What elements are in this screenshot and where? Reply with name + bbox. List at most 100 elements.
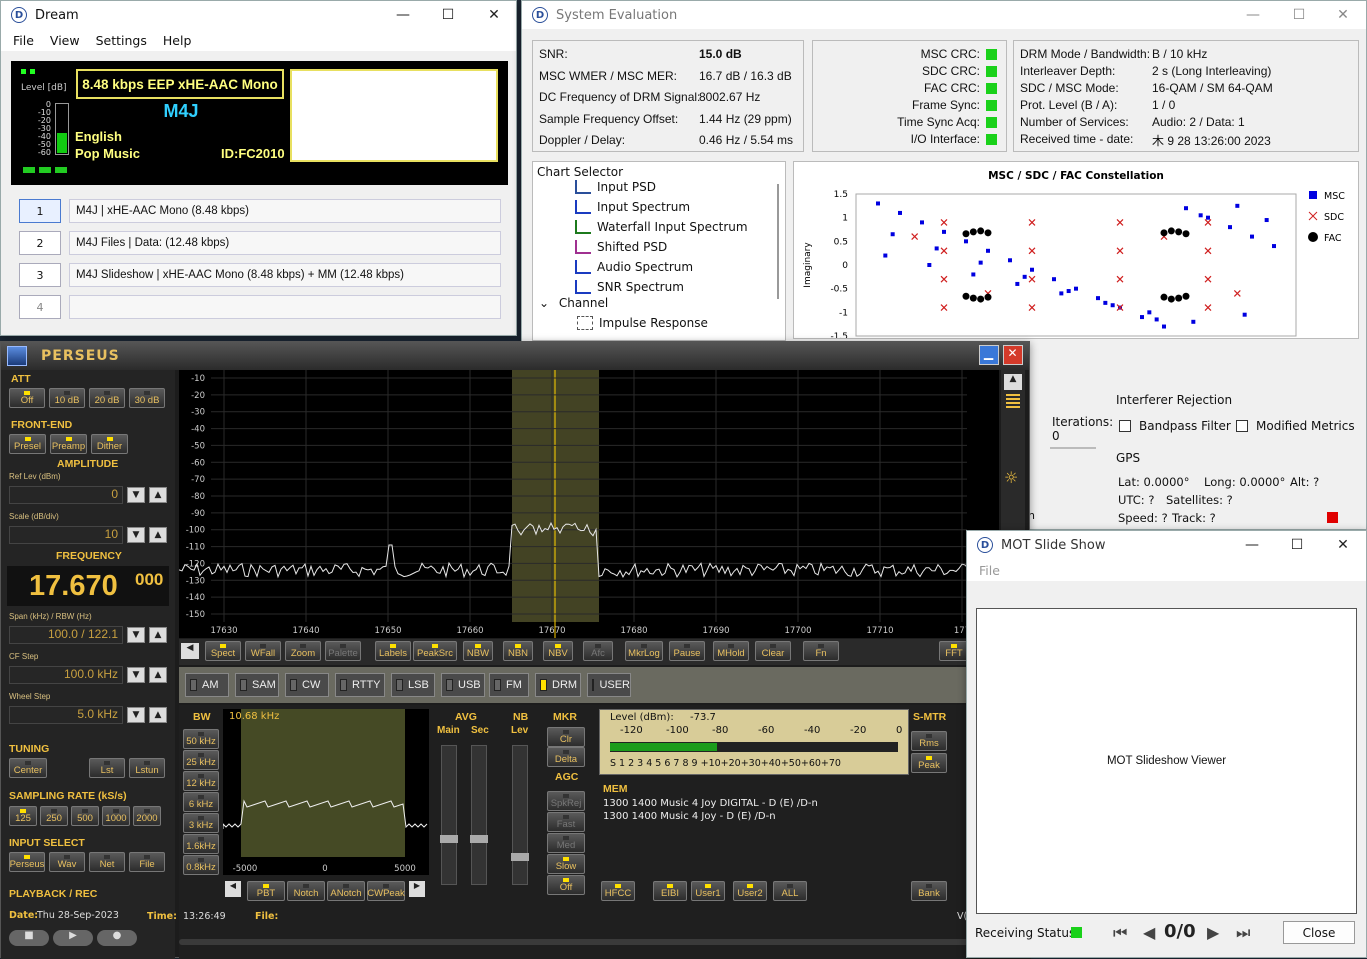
spectrum-toolbar-button[interactable]: NBV xyxy=(543,641,573,661)
agc-button[interactable]: Med xyxy=(547,833,585,853)
next-slide-icon[interactable]: ▶ xyxy=(1207,923,1219,942)
att-button[interactable]: 20 dB xyxy=(89,388,125,408)
spectrum-toolbar-button[interactable]: Pause xyxy=(669,641,705,661)
menu-file[interactable]: File xyxy=(971,563,1008,578)
checkbox-box[interactable] xyxy=(1119,420,1131,432)
increment-arrow-icon[interactable]: ▲ xyxy=(149,667,167,683)
memory-button[interactable]: ALL xyxy=(773,881,807,901)
tree-item[interactable]: Input PSD xyxy=(575,180,656,194)
spectrum-toolbar-button[interactable]: PeakSrc xyxy=(413,641,457,661)
menu-settings[interactable]: Settings xyxy=(88,33,155,48)
mode-button-lsb[interactable]: LSB xyxy=(391,673,435,697)
filter-button[interactable]: ANotch xyxy=(327,881,365,901)
menu-help[interactable]: Help xyxy=(155,33,200,48)
agc-button[interactable]: Off xyxy=(547,875,585,895)
input-select-button[interactable]: File xyxy=(129,852,165,872)
smtr-button[interactable]: Peak xyxy=(911,753,947,773)
close-button[interactable]: ✕ xyxy=(1003,345,1023,365)
scale-field[interactable]: 10 xyxy=(9,526,123,544)
maximize-button[interactable]: ☐ xyxy=(1276,1,1322,29)
spectrum-toolbar-button[interactable]: Spect xyxy=(205,641,241,661)
scroll-up-button[interactable]: ▲ xyxy=(1004,374,1022,390)
memory-button[interactable]: User2 xyxy=(733,881,767,901)
channel-node[interactable]: ⌄ Channel xyxy=(539,296,608,310)
filter-button[interactable]: CWPeak xyxy=(367,881,405,901)
maximize-button[interactable]: ☐ xyxy=(1274,531,1320,559)
bw-button[interactable]: 6 kHz xyxy=(183,792,219,812)
minimize-button[interactable]: ▁ xyxy=(979,345,999,365)
mode-button-cw[interactable]: CW xyxy=(285,673,329,697)
spectrum-display[interactable]: -10 -20 -30 -40 -50 -60 -70 -80 -90 -100 -110 -120-… xyxy=(178,370,999,638)
agc-button[interactable]: Slow xyxy=(547,854,585,874)
menu-file[interactable]: File xyxy=(5,33,42,48)
cfstep-field[interactable]: 100.0 kHz xyxy=(9,666,123,684)
dream-titlebar[interactable]: D Dream — ☐ ✕ xyxy=(1,1,516,29)
scroll-left-icon[interactable]: ◀ xyxy=(225,881,241,897)
service-row-3[interactable]: 3 M4J Slideshow | xHE-AAC Mono (8.48 kbp… xyxy=(19,263,501,287)
spectrum-toolbar-button[interactable]: FFT xyxy=(939,641,969,661)
decrement-arrow-icon[interactable]: ▼ xyxy=(127,707,145,723)
bw-button[interactable]: 1.6kHz xyxy=(183,834,219,854)
spectrum-toolbar-button[interactable]: NBW xyxy=(463,641,493,661)
spectrum-toolbar-button[interactable]: WFall xyxy=(245,641,281,661)
record-button[interactable]: ● xyxy=(97,930,137,946)
att-button[interactable]: 10 dB xyxy=(49,388,85,408)
spectrum-toolbar-button[interactable]: Clear xyxy=(755,641,791,661)
sampling-rate-button[interactable]: 250 xyxy=(40,806,68,826)
close-button[interactable]: ✕ xyxy=(1320,531,1366,559)
marker-button[interactable]: Clr xyxy=(547,727,585,747)
input-select-button[interactable]: Net xyxy=(89,852,125,872)
service-row-1[interactable]: 1 M4J | xHE-AAC Mono (8.48 kbps) xyxy=(19,199,501,223)
memory-button[interactable]: EIBI xyxy=(653,881,687,901)
tuning-lst-button[interactable]: Lst xyxy=(89,758,125,778)
increment-arrow-icon[interactable]: ▲ xyxy=(149,627,167,643)
slider-handle[interactable] xyxy=(511,853,529,861)
spectrum-toolbar-button[interactable]: Fn xyxy=(803,641,839,661)
bw-button[interactable]: 12 kHz xyxy=(183,771,219,791)
input-select-button[interactable]: Perseus xyxy=(9,852,45,872)
memory-button[interactable]: HFCC xyxy=(601,881,635,901)
filter-button[interactable]: PBT xyxy=(247,881,285,901)
slider-handle[interactable] xyxy=(440,835,458,843)
mode-button-fm[interactable]: FM xyxy=(489,673,529,697)
smtr-button[interactable]: Rms xyxy=(911,731,947,751)
service-button-4[interactable]: 4 xyxy=(19,295,61,319)
sampling-rate-button[interactable]: 500 xyxy=(71,806,99,826)
close-slideshow-button[interactable]: Close xyxy=(1283,921,1355,944)
playback-progress[interactable] xyxy=(179,939,969,945)
reflev-field[interactable]: 0 xyxy=(9,486,123,504)
close-button[interactable]: ✕ xyxy=(471,1,517,29)
tuning-center-button[interactable]: Center xyxy=(9,758,47,778)
tree-item[interactable]: Audio Spectrum xyxy=(575,260,693,274)
sampling-rate-button[interactable]: 2000 xyxy=(133,806,161,826)
frontend-button[interactable]: Dither xyxy=(91,434,128,454)
spectrum-grid-icon[interactable] xyxy=(1006,394,1020,408)
bw-button[interactable]: 50 kHz xyxy=(183,729,219,749)
nb-slider[interactable] xyxy=(512,745,528,885)
tuning-lstun-button[interactable]: Lstun xyxy=(129,758,165,778)
avg-slider[interactable] xyxy=(471,745,487,885)
frequency-display[interactable]: 17.670 000 xyxy=(7,566,169,606)
tree-item[interactable]: Shifted PSD xyxy=(575,240,667,254)
maximize-button[interactable]: ☐ xyxy=(425,1,471,29)
bandpass-checkbox[interactable]: Bandpass Filter xyxy=(1119,419,1231,433)
frontend-button[interactable]: Presel xyxy=(9,434,46,454)
increment-arrow-icon[interactable]: ▲ xyxy=(149,487,167,503)
att-button[interactable]: Off xyxy=(9,388,45,408)
increment-arrow-icon[interactable]: ▲ xyxy=(149,527,167,543)
input-select-button[interactable]: Wav xyxy=(49,852,85,872)
decrement-arrow-icon[interactable]: ▼ xyxy=(127,667,145,683)
modified-metrics-checkbox[interactable]: Modified Metrics xyxy=(1236,419,1355,433)
play-button[interactable]: ▶ xyxy=(53,930,93,946)
stop-button[interactable]: ■ xyxy=(9,930,49,946)
decrement-arrow-icon[interactable]: ▼ xyxy=(127,527,145,543)
wheel-field[interactable]: 5.0 kHz xyxy=(9,706,123,724)
agc-button[interactable]: SpkRej xyxy=(547,791,585,811)
service-row-2[interactable]: 2 M4J Files | Data: (12.48 kbps) xyxy=(19,231,501,255)
frontend-button[interactable]: Preamp xyxy=(50,434,87,454)
service-button-2[interactable]: 2 xyxy=(19,231,61,255)
minimize-button[interactable]: — xyxy=(380,1,426,29)
bw-button[interactable]: 25 kHz xyxy=(183,750,219,770)
brightness-icon[interactable]: ☼ xyxy=(1004,468,1018,487)
minimize-button[interactable]: — xyxy=(1230,1,1276,29)
